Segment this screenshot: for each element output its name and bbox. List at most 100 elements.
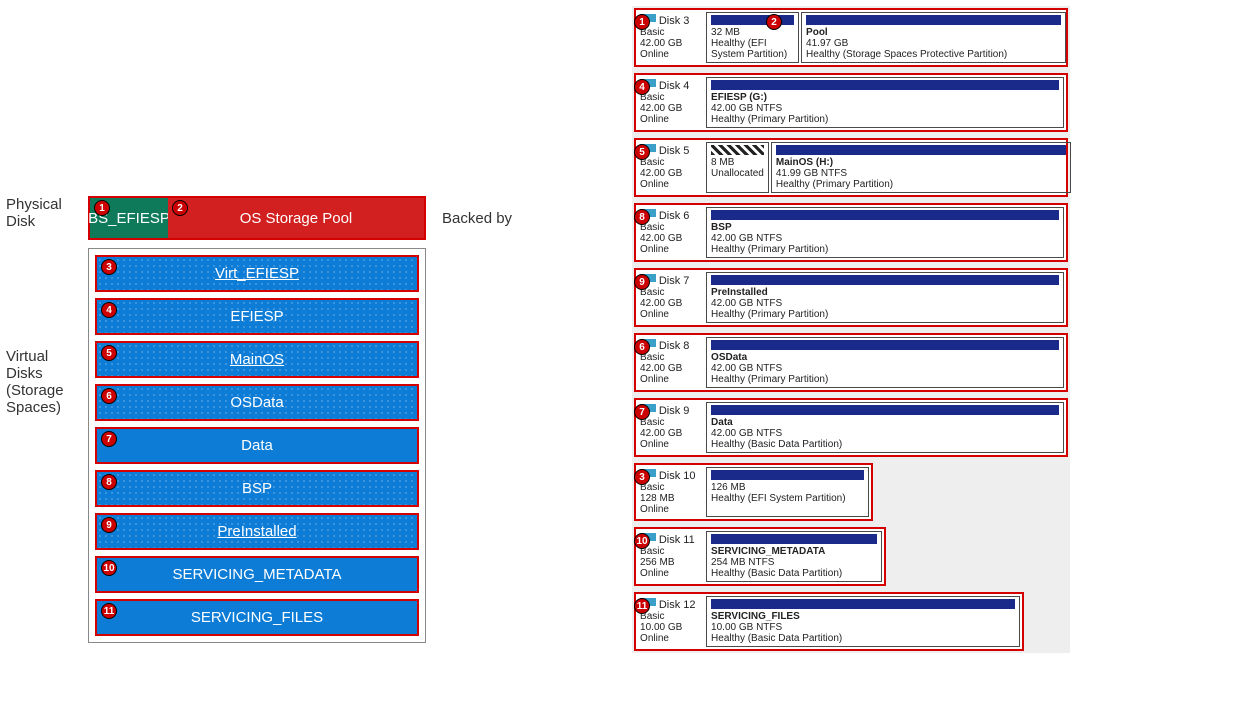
partition-title: SERVICING_METADATA — [711, 546, 877, 557]
partition-title: SERVICING_FILES — [711, 611, 1015, 622]
partition-status: Healthy (Primary Partition) — [711, 309, 1059, 320]
disk-state: Online — [640, 179, 669, 190]
disk-state: Online — [640, 439, 669, 450]
disk-name: Disk 7 — [659, 275, 690, 287]
vd-label: PreInstalled — [217, 523, 296, 540]
disk-name: Disk 8 — [659, 340, 690, 352]
partition-sub: 10.00 GB NTFS — [711, 622, 1015, 633]
partition: 32 MBHealthy (EFI System Partition) — [706, 12, 799, 63]
partition: EFIESP (G:)42.00 GB NTFSHealthy (Primary… — [706, 77, 1064, 128]
badge-4: 4 — [101, 302, 117, 318]
partition-area: BSP42.00 GB NTFSHealthy (Primary Partiti… — [704, 205, 1066, 260]
partition-title: MainOS (H:) — [776, 157, 1066, 168]
disk-state: Online — [640, 114, 669, 125]
partition-bar — [711, 80, 1059, 90]
partition-title: Pool — [806, 27, 1061, 38]
badge-10: 10 — [634, 533, 650, 549]
partition-status: Healthy (EFI System Partition) — [711, 38, 794, 60]
vd-label: SERVICING_METADATA — [173, 566, 342, 583]
badge-1: 1 — [634, 14, 650, 30]
partition-title: OSData — [711, 352, 1059, 363]
partition-status: Healthy (Primary Partition) — [711, 244, 1059, 255]
partition-status: Healthy (Basic Data Partition) — [711, 633, 1015, 644]
partition: Pool41.97 GBHealthy (Storage Spaces Prot… — [801, 12, 1066, 63]
disk-state: Online — [640, 374, 669, 385]
partition-area: Data42.00 GB NTFSHealthy (Basic Data Par… — [704, 400, 1066, 455]
disk-state: Online — [640, 633, 669, 644]
partition-sub: 42.00 GB NTFS — [711, 103, 1059, 114]
partition: Data42.00 GB NTFSHealthy (Basic Data Par… — [706, 402, 1064, 453]
badge-2: 2 — [766, 14, 782, 30]
partition-sub: 8 MB — [711, 157, 764, 168]
disk-name: Disk 6 — [659, 210, 690, 222]
disk-name: Disk 11 — [659, 534, 695, 546]
partition-status: Healthy (Basic Data Partition) — [711, 568, 877, 579]
partition-status: Healthy (Primary Partition) — [711, 374, 1059, 385]
partition-title: PreInstalled — [711, 287, 1059, 298]
partition-status: Healthy (Basic Data Partition) — [711, 439, 1059, 450]
vd-label: Virt_EFIESP — [215, 265, 299, 282]
disk-state: Online — [640, 49, 669, 60]
badge-5: 5 — [101, 345, 117, 361]
disk-size: 42.00 GB — [640, 363, 682, 374]
partition-sub: 32 MB — [711, 27, 794, 38]
badge-3: 3 — [101, 259, 117, 275]
partition-area: PreInstalled42.00 GB NTFSHealthy (Primar… — [704, 270, 1066, 325]
partition-status: Healthy (Primary Partition) — [776, 179, 1066, 190]
disk-name: Disk 5 — [659, 145, 690, 157]
seg-label: OS Storage Pool — [240, 210, 353, 227]
seg-os-storage-pool: 2 OS Storage Pool — [168, 198, 424, 238]
partition-status: Healthy (Storage Spaces Protective Parti… — [806, 49, 1061, 60]
partition: SERVICING_FILES10.00 GB NTFSHealthy (Bas… — [706, 596, 1020, 647]
partition-bar — [776, 145, 1066, 155]
disk-size: 42.00 GB — [640, 38, 682, 49]
badge-9: 9 — [634, 274, 650, 290]
label-virtual-disks: Virtual Disks (Storage Spaces) — [6, 248, 78, 416]
badge-11: 11 — [634, 598, 650, 614]
disk-row-disk-10: 3 Disk 10Basic128 MBOnline126 MBHealthy … — [634, 463, 873, 521]
vd-label: SERVICING_FILES — [191, 609, 323, 626]
partition-sub: 254 MB NTFS — [711, 557, 877, 568]
disk-name: Disk 3 — [659, 15, 690, 27]
disk-management-list: 12 Disk 3Basic42.00 GBOnline32 MBHealthy… — [632, 6, 1070, 653]
partition-sub: 42.00 GB NTFS — [711, 363, 1059, 374]
partition-sub: 126 MB — [711, 482, 864, 493]
partition-bar — [711, 275, 1059, 285]
disk-size: 42.00 GB — [640, 233, 682, 244]
disk-size: 42.00 GB — [640, 168, 682, 179]
partition-area: 32 MBHealthy (EFI System Partition)Pool4… — [704, 10, 1066, 65]
vd-item-bsp: 8BSP — [95, 470, 419, 507]
disk-size: 42.00 GB — [640, 298, 682, 309]
disk-name: Disk 4 — [659, 80, 690, 92]
partition: 8 MBUnallocated — [706, 142, 769, 193]
disk-size: 42.00 GB — [640, 428, 682, 439]
partition-area: 126 MBHealthy (EFI System Partition) — [704, 465, 871, 519]
disk-row-disk-11: 10 Disk 11Basic256 MBOnlineSERVICING_MET… — [634, 527, 886, 586]
partition-bar — [711, 340, 1059, 350]
disk-state: Online — [640, 568, 669, 579]
badge-5: 5 — [634, 144, 650, 160]
partition: PreInstalled42.00 GB NTFSHealthy (Primar… — [706, 272, 1064, 323]
badge-1: 1 — [94, 200, 110, 216]
partition-sub: 42.00 GB NTFS — [711, 233, 1059, 244]
disk-name: Disk 10 — [659, 470, 696, 482]
partition-area: OSData42.00 GB NTFSHealthy (Primary Part… — [704, 335, 1066, 390]
vd-item-osdata: 6OSData — [95, 384, 419, 421]
partition-bar — [711, 405, 1059, 415]
partition-bar — [711, 534, 877, 544]
badge-2: 2 — [172, 200, 188, 216]
label-physical-disk: Physical Disk — [6, 196, 78, 230]
partition: 126 MBHealthy (EFI System Partition) — [706, 467, 869, 517]
partition-status: Healthy (Primary Partition) — [711, 114, 1059, 125]
disk-name: Disk 12 — [659, 599, 696, 611]
vd-label: EFIESP — [230, 308, 283, 325]
partition-bar — [711, 145, 764, 155]
partition-area: SERVICING_FILES10.00 GB NTFSHealthy (Bas… — [704, 594, 1022, 649]
badge-7: 7 — [101, 431, 117, 447]
disk-row-disk-4: 4 Disk 4Basic42.00 GBOnlineEFIESP (G:)42… — [634, 73, 1068, 132]
badge-9: 9 — [101, 517, 117, 533]
badge-6: 6 — [634, 339, 650, 355]
disk-state: Online — [640, 504, 669, 515]
partition-title: EFIESP (G:) — [711, 92, 1059, 103]
partition-area: 8 MBUnallocatedMainOS (H:)41.99 GB NTFSH… — [704, 140, 1066, 195]
